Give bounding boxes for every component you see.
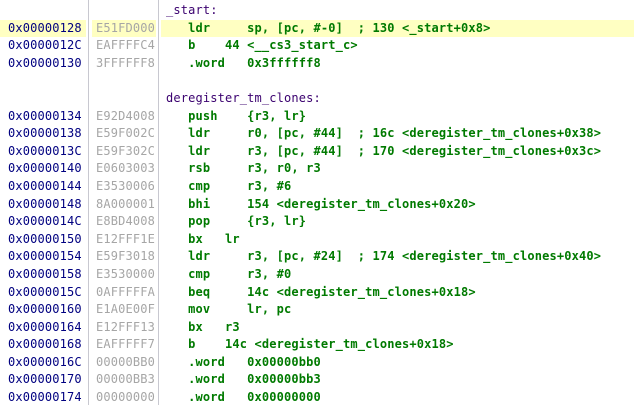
instruction-text: ldr r3, [pc, #44] ; 170 <deregister_tm_c… [161, 143, 634, 161]
address-cell: 0x00000138 [0, 125, 86, 143]
disasm-row[interactable]: 0x00000170 00000BB3 .word 0x00000bb3 [0, 371, 634, 389]
machine-code-cell: 8A000001 [92, 196, 156, 214]
disasm-row[interactable]: 0x0000014C E8BD4008 pop {r3, lr} [0, 213, 634, 231]
instruction-text: push {r3, lr} [161, 108, 634, 126]
disasm-row[interactable]: 0x00000130 3FFFFFF8 .word 0x3ffffff8 [0, 55, 634, 73]
disasm-row[interactable]: 0x00000158 E3530000 cmp r3, #0 [0, 266, 634, 284]
address-cell: 0x00000144 [0, 178, 86, 196]
disasm-row[interactable]: 0x00000168 EAFFFFF7 b 14c <deregister_tm… [0, 336, 634, 354]
instruction-text [161, 72, 634, 90]
disasm-row[interactable]: 0x0000016C 00000BB0 .word 0x00000bb0 [0, 354, 634, 372]
symbol-label: deregister_tm_clones: [161, 90, 634, 108]
address-cell: 0x0000015C [0, 284, 86, 302]
address-cell [0, 2, 86, 20]
machine-code-cell: 00000BB0 [92, 354, 156, 372]
disasm-row[interactable]: deregister_tm_clones: [0, 90, 634, 108]
disasm-row[interactable] [0, 72, 634, 90]
disasm-row[interactable]: 0x00000150 E12FFF1E bx lr [0, 231, 634, 249]
address-cell: 0x00000164 [0, 319, 86, 337]
instruction-text: mov lr, pc [161, 301, 634, 319]
disassembly-listing: _start: 0x00000128 E51FD000 ldr sp, [pc,… [0, 0, 634, 405]
instruction-text: .word 0x3ffffff8 [161, 55, 634, 73]
instruction-text: .word 0x00000bb0 [161, 354, 634, 372]
machine-code-cell: E8BD4008 [92, 213, 156, 231]
disasm-row[interactable]: 0x00000128 E51FD000 ldr sp, [pc, #-0] ; … [0, 20, 634, 38]
disasm-row[interactable]: 0x0000015C 0AFFFFFA beq 14c <deregister_… [0, 284, 634, 302]
machine-code-cell: 0AFFFFFA [92, 284, 156, 302]
address-cell: 0x0000012C [0, 37, 86, 55]
address-cell: 0x00000154 [0, 248, 86, 266]
machine-code-cell: E59F002C [92, 125, 156, 143]
disasm-row[interactable]: 0x0000012C EAFFFFC4 b 44 <__cs3_start_c> [0, 37, 634, 55]
address-cell: 0x00000158 [0, 266, 86, 284]
address-cell: 0x00000130 [0, 55, 86, 73]
machine-code-cell: E0603003 [92, 160, 156, 178]
disasm-row[interactable]: 0x00000140 E0603003 rsb r3, r0, r3 [0, 160, 634, 178]
instruction-text: beq 14c <deregister_tm_clones+0x18> [161, 284, 634, 302]
instruction-text: bhi 154 <deregister_tm_clones+0x20> [161, 196, 634, 214]
instruction-text: ldr r0, [pc, #44] ; 16c <deregister_tm_c… [161, 125, 634, 143]
machine-code-cell: E92D4008 [92, 108, 156, 126]
address-cell: 0x0000016C [0, 354, 86, 372]
address-cell: 0x00000168 [0, 336, 86, 354]
disasm-row[interactable]: 0x00000154 E59F3018 ldr r3, [pc, #24] ; … [0, 248, 634, 266]
opcode-column-separator [158, 0, 159, 405]
instruction-text: cmp r3, #6 [161, 178, 634, 196]
disassembly-rows: _start: 0x00000128 E51FD000 ldr sp, [pc,… [0, 2, 634, 407]
machine-code-cell: E3530006 [92, 178, 156, 196]
instruction-text: bx lr [161, 231, 634, 249]
instruction-text: bx r3 [161, 319, 634, 337]
address-cell: 0x00000134 [0, 108, 86, 126]
instruction-text: .word 0x00000000 [161, 389, 634, 407]
machine-code-cell [92, 90, 156, 108]
disasm-row[interactable]: 0x0000013C E59F302C ldr r3, [pc, #44] ; … [0, 143, 634, 161]
address-cell: 0x00000140 [0, 160, 86, 178]
machine-code-cell: 00000000 [92, 389, 156, 407]
address-cell: 0x00000170 [0, 371, 86, 389]
machine-code-cell: E59F3018 [92, 248, 156, 266]
disasm-row[interactable]: 0x00000138 E59F002C ldr r0, [pc, #44] ; … [0, 125, 634, 143]
disasm-row[interactable]: 0x00000148 8A000001 bhi 154 <deregister_… [0, 196, 634, 214]
instruction-text: b 44 <__cs3_start_c> [161, 37, 634, 55]
instruction-text: ldr r3, [pc, #24] ; 174 <deregister_tm_c… [161, 248, 634, 266]
disasm-row[interactable]: 0x00000134 E92D4008 push {r3, lr} [0, 108, 634, 126]
machine-code-cell: E1A0E00F [92, 301, 156, 319]
address-cell: 0x00000148 [0, 196, 86, 214]
symbol-label: _start: [161, 2, 634, 20]
machine-code-cell: E51FD000 [92, 20, 156, 38]
machine-code-cell: EAFFFFC4 [92, 37, 156, 55]
machine-code-cell [92, 72, 156, 90]
disasm-row[interactable]: 0x00000174 00000000 .word 0x00000000 [0, 389, 634, 407]
instruction-text: ldr sp, [pc, #-0] ; 130 <_start+0x8> [161, 20, 634, 38]
machine-code-cell: E12FFF1E [92, 231, 156, 249]
address-cell [0, 90, 86, 108]
disasm-row[interactable]: 0x00000144 E3530006 cmp r3, #6 [0, 178, 634, 196]
address-cell: 0x0000013C [0, 143, 86, 161]
address-cell: 0x00000174 [0, 389, 86, 407]
disasm-row[interactable]: _start: [0, 2, 634, 20]
machine-code-cell: E12FFF13 [92, 319, 156, 337]
instruction-text: cmp r3, #0 [161, 266, 634, 284]
address-cell [0, 72, 86, 90]
instruction-text: .word 0x00000bb3 [161, 371, 634, 389]
machine-code-cell: E3530000 [92, 266, 156, 284]
disasm-row[interactable]: 0x00000164 E12FFF13 bx r3 [0, 319, 634, 337]
machine-code-cell: 00000BB3 [92, 371, 156, 389]
machine-code-cell: E59F302C [92, 143, 156, 161]
disasm-row[interactable]: 0x00000160 E1A0E00F mov lr, pc [0, 301, 634, 319]
machine-code-cell: EAFFFFF7 [92, 336, 156, 354]
address-cell: 0x00000128 [0, 20, 86, 38]
address-cell: 0x00000160 [0, 301, 86, 319]
instruction-text: pop {r3, lr} [161, 213, 634, 231]
machine-code-cell: 3FFFFFF8 [92, 55, 156, 73]
instruction-text: b 14c <deregister_tm_clones+0x18> [161, 336, 634, 354]
machine-code-cell [92, 2, 156, 20]
address-cell: 0x0000014C [0, 213, 86, 231]
address-column-separator [88, 0, 89, 405]
address-cell: 0x00000150 [0, 231, 86, 249]
instruction-text: rsb r3, r0, r3 [161, 160, 634, 178]
